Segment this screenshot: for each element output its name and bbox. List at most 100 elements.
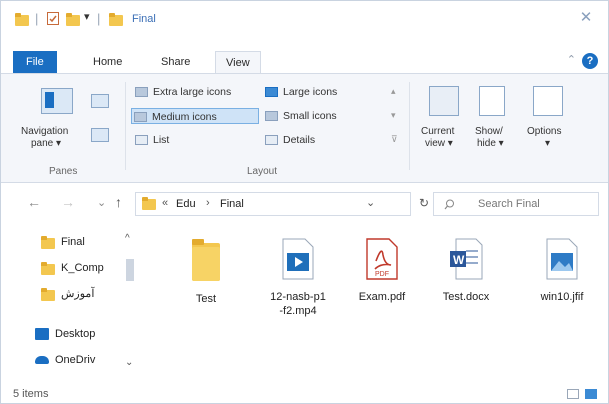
help-button[interactable]: ? <box>582 53 598 69</box>
title-bar: | ▾ | Final ✕ <box>1 1 608 37</box>
folder-icon <box>41 262 55 275</box>
close-button[interactable]: ✕ <box>573 7 599 29</box>
nav-pane-scrollbar[interactable]: ^ ⌄ <box>123 231 137 375</box>
video-file-icon <box>282 238 314 280</box>
item-count: 5 items <box>13 388 49 400</box>
navigation-pane-label[interactable]: Navigation <box>21 126 68 138</box>
onedrive-cloud-icon <box>35 356 49 364</box>
address-row: ← → ⌄ ↑ « Edu › Final ⌄ ↻ Search Final <box>1 184 608 224</box>
layout-group-label: Layout <box>247 166 278 177</box>
nav-item-desktop[interactable]: Desktop <box>35 325 135 343</box>
layout-details[interactable]: Details <box>263 132 315 148</box>
details-pane-icon[interactable] <box>91 128 109 142</box>
folder-icon <box>192 239 220 281</box>
ribbon-tabs: File Home Share View <box>1 51 608 74</box>
divider: | <box>35 11 39 26</box>
layout-medium-icons[interactable]: Medium icons <box>131 108 259 124</box>
show-hide-label[interactable]: Show/ <box>475 126 503 138</box>
layout-extra-large-icons[interactable]: Extra large icons <box>133 84 231 100</box>
search-box[interactable]: Search Final <box>433 192 599 216</box>
large-icons-icon <box>265 87 278 97</box>
layout-small-icons[interactable]: Small icons <box>263 108 337 124</box>
medium-icons-icon <box>134 112 147 122</box>
file-item-test-folder[interactable]: Test <box>171 237 241 306</box>
folder-icon <box>15 13 29 27</box>
search-icon <box>444 199 454 210</box>
show-hide-icon[interactable] <box>479 86 505 116</box>
details-icon <box>265 135 278 145</box>
properties-icon[interactable] <box>47 12 59 25</box>
file-explorer-window: | ▾ | Final ✕ File Home Share View ⌃ ? N… <box>0 0 609 404</box>
file-item-test-docx[interactable]: W Test.docx <box>431 237 501 304</box>
file-name: Exam.pdf <box>358 291 406 303</box>
file-name: Test <box>195 293 217 305</box>
file-item-exam-pdf[interactable]: PDF Exam.pdf <box>347 237 417 304</box>
folder-icon <box>142 197 156 211</box>
options-dropdown-icon[interactable]: ▾ <box>545 138 550 150</box>
layout-large-icons[interactable]: Large icons <box>263 84 337 100</box>
panes-group-label: Panes <box>49 166 78 177</box>
breadcrumb-separator-icon: › <box>206 197 210 209</box>
file-item-video[interactable]: 12-nasb-p1 -f2.mp4 <box>263 237 333 318</box>
tab-home[interactable]: Home <box>83 51 132 73</box>
layout-scroll-down-icon[interactable]: ▾ <box>391 110 396 121</box>
divider: | <box>97 11 101 26</box>
recent-locations-button[interactable]: ⌄ <box>97 196 106 209</box>
nav-item-onedrive[interactable]: OneDriv <box>35 351 135 369</box>
status-bar: 5 items <box>1 385 608 403</box>
options-icon[interactable] <box>533 86 563 116</box>
collapse-ribbon-icon[interactable]: ⌃ <box>567 53 576 66</box>
file-name: win10.jfif <box>540 291 584 303</box>
small-icons-icon <box>265 111 278 121</box>
pdf-file-icon: PDF <box>366 238 398 280</box>
scroll-up-icon[interactable]: ^ <box>125 233 130 244</box>
ribbon-view-panel: Navigation pane ▾ Panes Extra large icon… <box>1 73 608 183</box>
overflow-chevron-icon[interactable]: « <box>162 197 168 209</box>
desktop-icon <box>35 328 49 340</box>
up-button[interactable]: ↑ <box>115 194 122 210</box>
preview-pane-icon[interactable] <box>91 94 109 108</box>
tab-view[interactable]: View <box>215 51 261 74</box>
svg-text:PDF: PDF <box>375 271 389 278</box>
new-folder-icon[interactable] <box>66 13 80 27</box>
large-icons-view-icon[interactable] <box>585 389 597 399</box>
customize-quick-access-icon[interactable]: ▾ <box>84 10 90 23</box>
folder-icon <box>41 236 55 249</box>
svg-text:W: W <box>453 253 465 267</box>
layout-scroll-up-icon[interactable]: ▴ <box>391 86 396 97</box>
current-view-label[interactable]: Current <box>421 126 454 138</box>
list-icon <box>135 135 148 145</box>
search-placeholder: Search Final <box>478 198 540 210</box>
current-view-icon[interactable] <box>429 86 459 116</box>
word-file-icon: W <box>450 238 483 280</box>
options-label[interactable]: Options <box>527 126 561 138</box>
window-title: Final <box>132 13 156 25</box>
folder-icon <box>41 288 55 301</box>
folder-icon <box>109 13 123 27</box>
tab-share[interactable]: Share <box>151 51 200 73</box>
layout-list[interactable]: List <box>133 132 169 148</box>
show-hide-label-line2[interactable]: hide ▾ <box>477 138 504 150</box>
scrollbar-thumb[interactable] <box>126 259 134 281</box>
scroll-down-icon[interactable]: ⌄ <box>125 357 133 368</box>
address-bar[interactable]: « Edu › Final ⌄ <box>135 192 411 216</box>
file-name: 12-nasb-p1 -f2.mp4 <box>270 291 326 317</box>
layout-expand-icon[interactable]: ⊽ <box>391 134 398 145</box>
file-item-win10-jfif[interactable]: win10.jfif <box>527 237 597 304</box>
file-name: Test.docx <box>442 291 490 303</box>
divider <box>409 82 410 170</box>
forward-button[interactable]: → <box>61 194 75 210</box>
breadcrumb-edu[interactable]: Edu <box>176 198 196 210</box>
image-file-icon <box>546 238 578 280</box>
tab-file[interactable]: File <box>13 51 57 73</box>
navigation-pane-icon[interactable] <box>41 88 73 114</box>
divider <box>125 82 126 170</box>
address-dropdown-icon[interactable]: ⌄ <box>366 196 375 209</box>
details-view-icon[interactable] <box>567 389 579 399</box>
navigation-pane-label-line2[interactable]: pane ▾ <box>31 138 61 150</box>
breadcrumb-final[interactable]: Final <box>220 198 244 210</box>
refresh-button[interactable]: ↻ <box>419 196 429 210</box>
extra-large-icons-icon <box>135 87 148 97</box>
back-button[interactable]: ← <box>27 194 41 210</box>
current-view-label-line2[interactable]: view ▾ <box>425 138 453 150</box>
